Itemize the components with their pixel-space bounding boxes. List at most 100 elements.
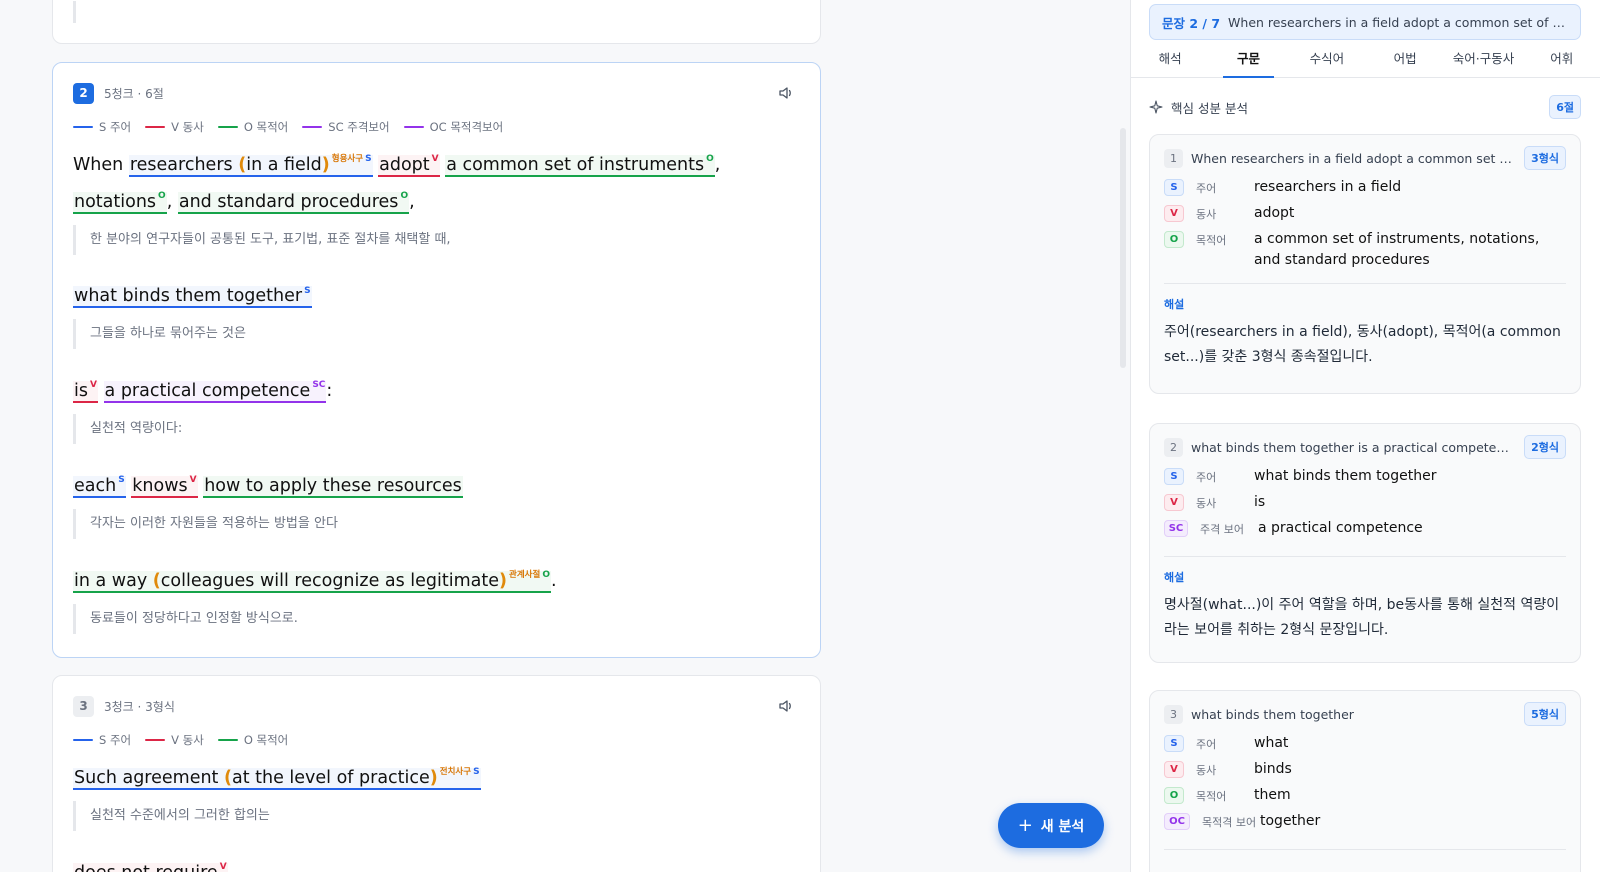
sentence-number: 2 xyxy=(73,82,94,104)
explanation-label: 해설 xyxy=(1164,571,1185,584)
role-chip: V xyxy=(1164,494,1184,511)
chunk-sentence: in a way (colleagues will recognize as l… xyxy=(73,570,557,593)
component-row: S 주어 what xyxy=(1164,733,1566,759)
divider xyxy=(1164,556,1566,557)
object-span[interactable]: a common set of instruments O xyxy=(445,154,715,177)
chunk-meta: 5청크 · 6절 xyxy=(104,86,164,101)
verb-span[interactable]: is V xyxy=(73,380,98,404)
tab-grammar[interactable]: 어법 xyxy=(1366,40,1444,77)
speaker-icon[interactable] xyxy=(778,85,794,101)
tab-modifiers[interactable]: 수식어 xyxy=(1288,40,1366,77)
section-header: 핵심 성분 분석 6절 xyxy=(1149,95,1581,119)
sentence-card-3[interactable]: 3 3청크 · 3형식 S 주어 V 동사 O 목적어 Such agreeme… xyxy=(52,675,821,872)
legend-subject: S 주어 xyxy=(73,119,131,135)
clause-count-badge: 6절 xyxy=(1549,95,1581,119)
component-rows: S 주어 what V 동사 binds O 목적어 them OC 목적격 보어 togeth… xyxy=(1164,733,1566,862)
role-chip: V xyxy=(1164,761,1184,778)
chunk-translation: 실천적 수준에서의 그러한 합의는 xyxy=(73,800,798,831)
role-legend: S 주어 V 동사 O 목적어 xyxy=(73,732,288,748)
plus-icon: + xyxy=(1017,815,1033,836)
sparkle-icon xyxy=(1149,100,1163,114)
object-span[interactable]: and standard procedures O xyxy=(177,191,410,214)
clause-analysis-card[interactable]: 2 what binds them together is a practica… xyxy=(1149,423,1581,663)
chunk-list: When researchers (in a field) 형용사구 S adopt… xyxy=(73,145,798,656)
divider xyxy=(1164,283,1566,284)
chunk-translation: 한 분야의 연구자들이 공통된 도구, 표기법, 표준 절차를 채택할 때, xyxy=(73,224,798,255)
chunk-sentence: each S knows V how to apply these resource… xyxy=(73,466,798,503)
chunk-sentence: When researchers (in a field) 형용사구 S adopt… xyxy=(73,154,721,214)
chunk-1: Such agreement (at the level of practice… xyxy=(73,758,798,831)
legend-subject-complement: SC 주격보어 xyxy=(302,119,390,135)
component-row: S 주어 what binds them together xyxy=(1164,466,1566,492)
tab-syntax[interactable]: 구문 xyxy=(1209,40,1287,78)
clause-analysis-card[interactable]: 3 what binds them together 5형식 S 주어 what V… xyxy=(1149,690,1581,872)
component-row: OC 목적격 보어 together xyxy=(1164,811,1566,837)
chunk-sentence: is V a practical competence SC: xyxy=(73,380,333,404)
legend-verb: V 동사 xyxy=(145,119,204,135)
component-row: S 주어 researchers in a field xyxy=(1164,177,1566,203)
explanation-text: 주어(researchers in a field), 동사(adopt), 목… xyxy=(1164,324,1561,365)
legend-object: O 목적어 xyxy=(217,119,288,135)
chunk-translation: 동료들이 정당하다고 인정할 방식으로. xyxy=(73,603,798,634)
chunk-sentence: does not requireV xyxy=(73,853,798,872)
translation-bar xyxy=(73,1,76,23)
subject-span[interactable]: researchers (in a field) 형용사구 S xyxy=(128,154,373,177)
legend-subject: S 주어 xyxy=(73,732,131,748)
subject-span[interactable]: Such agreement (at the level of practice… xyxy=(73,767,481,790)
speaker-icon[interactable] xyxy=(778,698,794,714)
subject-span[interactable]: what binds them together S xyxy=(73,286,312,309)
sentence-index: 문장 2 / 7 xyxy=(1162,15,1221,31)
sentence-form-badge: 3형식 xyxy=(1524,146,1566,170)
verb-span[interactable]: does not requireV xyxy=(73,862,228,872)
card-header: 3 3청크 · 3형식 xyxy=(73,695,175,717)
chunk-translation: 각자는 이러한 자원들을 적용하는 방법을 안다 xyxy=(73,509,798,540)
chunk-1: When researchers (in a field) 형용사구 S adopt… xyxy=(73,145,798,255)
chunk-translation: 그들을 하나로 묶어주는 것은 xyxy=(73,319,798,350)
chunk-translation: 실천적 역량이다: xyxy=(73,414,798,445)
tab-vocabulary[interactable]: 어휘 xyxy=(1523,40,1600,77)
verb-span[interactable]: adopt V xyxy=(378,154,440,177)
tab-idioms[interactable]: 숙어·구동사 xyxy=(1444,40,1522,77)
explanation-label: 해설 xyxy=(1164,298,1185,311)
sentence-selector[interactable]: 문장 2 / 7 When researchers in a field ado… xyxy=(1149,4,1581,40)
divider xyxy=(1164,849,1566,850)
role-chip: O xyxy=(1164,787,1184,804)
object-span[interactable]: notations O xyxy=(73,191,167,214)
clause-title: what binds them together xyxy=(1191,706,1354,722)
sentence-card-1[interactable] xyxy=(52,0,821,44)
component-row: O 목적어 a common set of instruments, notatio… xyxy=(1164,229,1566,271)
chunk-4: each S knows V how to apply these resource… xyxy=(73,466,798,540)
new-analysis-button[interactable]: + 새 분석 xyxy=(998,803,1104,848)
clause-number: 1 xyxy=(1164,148,1183,168)
component-row: V 동사 adopt xyxy=(1164,203,1566,229)
chunk-2: what binds them together S 그들을 하나로 묶어주는 것… xyxy=(73,277,798,350)
subject-span[interactable]: each S xyxy=(73,475,126,499)
clause-number: 3 xyxy=(1164,704,1183,724)
sentence-card-2[interactable]: 2 5청크 · 6절 S 주어 V 동사 O 목적어 SC 주격보어 OC 목적… xyxy=(52,62,821,658)
role-legend: S 주어 V 동사 O 목적어 SC 주격보어 OC 목적격보어 xyxy=(73,119,503,135)
legend-object-complement: OC 목적격보어 xyxy=(403,119,503,135)
clause-header: 2 what binds them together is a practica… xyxy=(1164,435,1566,459)
card-header: 2 5청크 · 6절 xyxy=(73,82,164,104)
component-row: V 동사 binds xyxy=(1164,759,1566,785)
component-row: V 동사 is xyxy=(1164,492,1566,518)
explanation-text: 명사절(what...)이 주어 역할을 하며, be동사를 통해 실천적 역량… xyxy=(1164,597,1560,638)
chunk-list: Such agreement (at the level of practice… xyxy=(73,758,798,872)
scrollbar[interactable] xyxy=(1120,128,1126,368)
clause-analysis-card[interactable]: 1 When researchers in a field adopt a co… xyxy=(1149,134,1581,394)
object-span[interactable]: how to apply these resources xyxy=(203,476,463,499)
role-chip: O xyxy=(1164,231,1184,248)
component-row: O 목적어 them xyxy=(1164,785,1566,811)
tab-interpretation[interactable]: 해석 xyxy=(1131,40,1209,77)
clause-header: 3 what binds them together 5형식 xyxy=(1164,702,1566,726)
analysis-panel: 문장 2 / 7 When researchers in a field ado… xyxy=(1130,0,1600,872)
chunk-2: does not requireV xyxy=(73,853,798,872)
clause-header: 1 When researchers in a field adopt a co… xyxy=(1164,146,1566,170)
verb-span[interactable]: knows V xyxy=(131,475,198,499)
subject-complement-span[interactable]: a practical competence SC xyxy=(103,380,327,404)
component-row: SC 주격 보어 a practical competence xyxy=(1164,518,1566,544)
component-rows: S 주어 what binds them together V 동사 is SC 주격 보… xyxy=(1164,466,1566,643)
legend-object: O 목적어 xyxy=(217,732,288,748)
role-chip: S xyxy=(1164,735,1184,752)
object-span[interactable]: in a way (colleagues will recognize as l… xyxy=(73,570,551,593)
